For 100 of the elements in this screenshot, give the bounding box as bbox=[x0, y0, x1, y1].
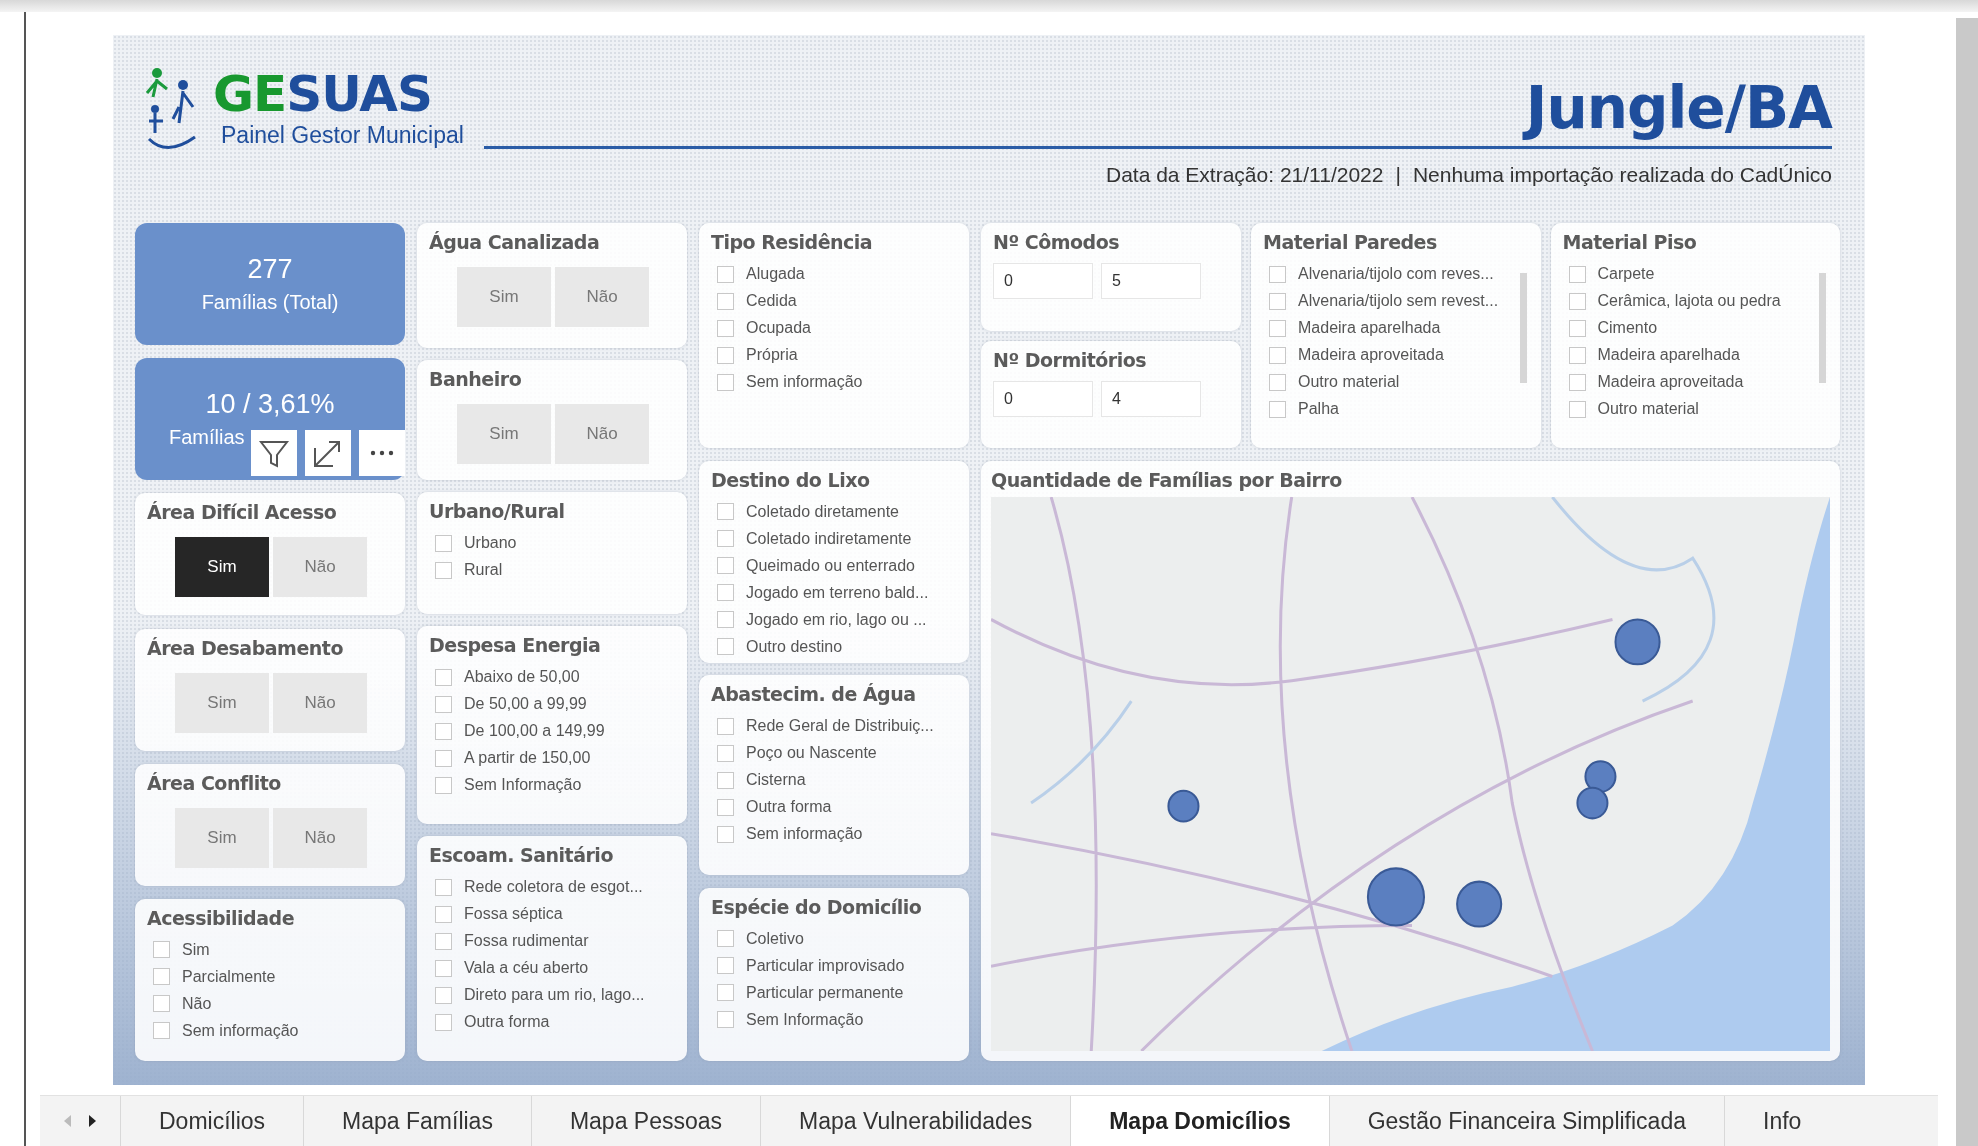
option-label[interactable]: Cimento bbox=[1597, 319, 1658, 337]
option-label[interactable]: Alvenaria/tijolo sem revest... bbox=[1298, 292, 1499, 310]
option-label[interactable]: Cedida bbox=[746, 292, 797, 310]
checkbox[interactable] bbox=[717, 1011, 734, 1029]
option-label[interactable]: Jogado em rio, lago ou ... bbox=[746, 610, 927, 629]
checkbox[interactable] bbox=[435, 1013, 452, 1031]
slicer-option[interactable]: Sim bbox=[457, 267, 551, 327]
checkbox[interactable] bbox=[435, 561, 452, 579]
option-label[interactable]: Sem informação bbox=[182, 1021, 299, 1040]
checkbox[interactable] bbox=[153, 941, 170, 959]
option-label[interactable]: Particular permanente bbox=[746, 983, 904, 1002]
checkbox[interactable] bbox=[717, 825, 734, 843]
option-label[interactable]: Cisterna bbox=[746, 771, 806, 790]
checkbox[interactable] bbox=[1269, 319, 1286, 337]
checkbox[interactable] bbox=[717, 638, 734, 656]
checkbox[interactable] bbox=[435, 959, 452, 977]
checkbox[interactable] bbox=[435, 695, 452, 713]
checkbox[interactable] bbox=[1568, 400, 1586, 418]
option-label[interactable]: Fossa séptica bbox=[464, 905, 563, 923]
option-label[interactable]: Coletado diretamente bbox=[746, 502, 899, 521]
checkbox[interactable] bbox=[717, 771, 734, 789]
option-label[interactable]: Alugada bbox=[746, 265, 805, 283]
option-label[interactable]: Cerâmica, lajota ou pedra bbox=[1597, 292, 1781, 310]
option-label[interactable]: Rural bbox=[464, 561, 503, 579]
option-label[interactable]: Palha bbox=[1298, 400, 1339, 418]
checkbox[interactable] bbox=[435, 722, 452, 740]
option-label[interactable]: Madeira aproveitada bbox=[1298, 346, 1444, 364]
slicer-option[interactable]: Não bbox=[273, 537, 367, 598]
slicer-option[interactable]: Sim bbox=[175, 807, 269, 868]
option-label[interactable]: Rede Geral de Distribuiç... bbox=[746, 717, 934, 736]
checkbox[interactable] bbox=[435, 986, 452, 1004]
checkbox[interactable] bbox=[717, 373, 734, 391]
option-label[interactable]: De 100,00 a 149,99 bbox=[464, 722, 605, 740]
option-label[interactable]: Rede coletora de esgot... bbox=[464, 878, 643, 896]
checkbox[interactable] bbox=[1568, 265, 1586, 283]
option-label[interactable]: Outro destino bbox=[746, 637, 843, 656]
next-page-icon[interactable] bbox=[88, 1114, 98, 1128]
option-label[interactable]: Particular improvisado bbox=[746, 956, 905, 975]
option-label[interactable]: Madeira aparelhada bbox=[1298, 319, 1441, 337]
option-label[interactable]: Vala a céu aberto bbox=[464, 959, 589, 977]
checkbox[interactable] bbox=[717, 798, 734, 816]
checkbox[interactable] bbox=[435, 668, 452, 686]
option-label[interactable]: Própria bbox=[746, 346, 798, 364]
range-max-field[interactable]: 4 bbox=[1101, 380, 1201, 417]
slicer-option[interactable]: Sim bbox=[175, 672, 269, 733]
checkbox[interactable] bbox=[1568, 373, 1586, 391]
checkbox[interactable] bbox=[717, 984, 734, 1002]
scrollbar[interactable] bbox=[1519, 273, 1527, 383]
checkbox[interactable] bbox=[717, 503, 734, 521]
more-options-icon[interactable] bbox=[359, 430, 405, 477]
checkbox[interactable] bbox=[717, 557, 734, 575]
expand-icon[interactable] bbox=[305, 430, 351, 477]
previous-page-icon[interactable] bbox=[62, 1114, 72, 1128]
checkbox[interactable] bbox=[1269, 292, 1286, 310]
checkbox[interactable] bbox=[1269, 373, 1286, 391]
checkbox[interactable] bbox=[435, 534, 452, 552]
checkbox[interactable] bbox=[153, 968, 170, 986]
scrollbar[interactable] bbox=[1819, 273, 1826, 383]
option-label[interactable]: Queimado ou enterrado bbox=[746, 556, 915, 575]
checkbox[interactable] bbox=[717, 957, 734, 975]
checkbox[interactable] bbox=[717, 530, 734, 548]
checkbox[interactable] bbox=[1568, 346, 1586, 364]
checkbox[interactable] bbox=[435, 878, 452, 896]
checkbox[interactable] bbox=[1269, 400, 1286, 418]
option-label[interactable]: Sem informação bbox=[746, 825, 863, 844]
option-label[interactable]: Alvenaria/tijolo com reves... bbox=[1298, 265, 1494, 283]
option-label[interactable]: A partir de 150,00 bbox=[464, 749, 591, 767]
slicer-option[interactable]: Sim bbox=[175, 537, 269, 598]
option-label[interactable]: Direto para um rio, lago... bbox=[464, 986, 645, 1004]
option-label[interactable]: Jogado em terreno bald... bbox=[746, 583, 929, 602]
option-label[interactable]: Sem informação bbox=[746, 373, 863, 391]
option-label[interactable]: Outro material bbox=[1298, 373, 1400, 391]
range-max-field[interactable]: 5 bbox=[1101, 263, 1201, 299]
option-label[interactable]: Poço ou Nascente bbox=[746, 744, 877, 763]
checkbox[interactable] bbox=[717, 292, 734, 310]
checkbox[interactable] bbox=[717, 930, 734, 948]
checkbox[interactable] bbox=[717, 744, 734, 762]
option-label[interactable]: Parcialmente bbox=[182, 967, 276, 986]
slicer-option[interactable]: Não bbox=[273, 807, 367, 868]
checkbox[interactable] bbox=[435, 932, 452, 950]
option-label[interactable]: Carpete bbox=[1597, 265, 1655, 283]
option-label[interactable]: Outro material bbox=[1597, 400, 1699, 418]
slicer-option[interactable]: Não bbox=[555, 267, 649, 327]
option-label[interactable]: Não bbox=[182, 994, 212, 1013]
page-tab[interactable]: Mapa Domicílios bbox=[1070, 1096, 1329, 1146]
option-label[interactable]: Sem Informação bbox=[464, 776, 582, 794]
option-label[interactable]: Coletivo bbox=[746, 929, 804, 948]
option-label[interactable]: Ocupada bbox=[746, 319, 811, 337]
checkbox[interactable] bbox=[1568, 319, 1586, 337]
checkbox[interactable] bbox=[717, 584, 734, 602]
option-label[interactable]: Madeira aproveitada bbox=[1597, 373, 1744, 391]
checkbox[interactable] bbox=[1568, 292, 1586, 310]
range-min-field[interactable]: 0 bbox=[993, 263, 1093, 299]
option-label[interactable]: Outra forma bbox=[464, 1013, 550, 1031]
slicer-option[interactable]: Sim bbox=[457, 404, 551, 464]
checkbox[interactable] bbox=[717, 265, 734, 283]
option-label[interactable]: Sim bbox=[182, 940, 210, 959]
range-min-field[interactable]: 0 bbox=[993, 380, 1093, 417]
option-label[interactable]: Urbano bbox=[464, 534, 517, 552]
scrollbar[interactable] bbox=[1956, 18, 1978, 1146]
